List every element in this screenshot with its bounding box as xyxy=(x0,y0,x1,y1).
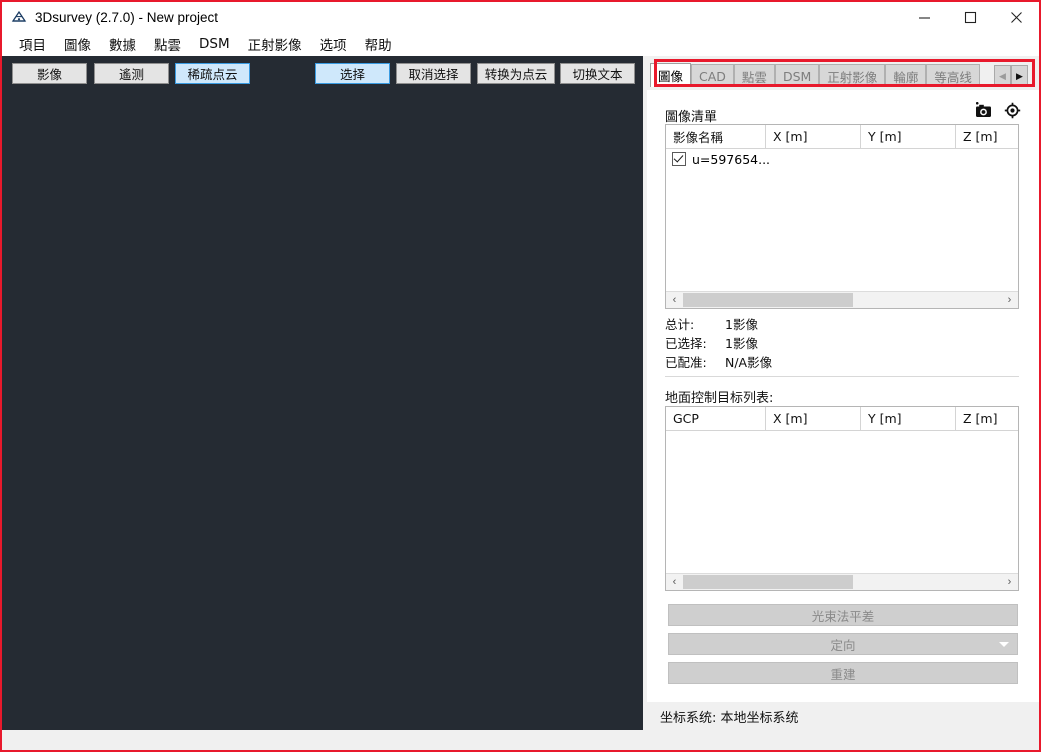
stat-total: 总计: 1影像 xyxy=(665,314,758,333)
menu-item-help[interactable]: 帮助 xyxy=(356,32,401,56)
hscroll-track[interactable] xyxy=(683,292,1001,309)
image-list-title: 圖像清單 xyxy=(665,110,718,125)
column-header-gcp: GCP xyxy=(666,407,766,430)
tab-contourline[interactable]: 輪廓 xyxy=(885,64,927,87)
orientation-button[interactable]: 定向 xyxy=(668,633,1018,655)
stat-total-label: 总计: xyxy=(665,317,695,332)
3dsurvey-logo-icon xyxy=(10,8,28,26)
column-header-x: X [m] xyxy=(766,125,861,148)
menu-item-image[interactable]: 圖像 xyxy=(55,32,100,56)
image-list-hscrollbar[interactable]: ‹ › xyxy=(666,291,1018,308)
image-name-value: u=597654... xyxy=(692,151,771,167)
stat-total-value: 1影像 xyxy=(725,317,758,332)
column-header-z: Z [m] xyxy=(963,129,998,144)
coordinate-system-text: 坐标系统: 本地坐标系统 xyxy=(660,710,799,726)
bundle-adjustment-label: 光束法平差 xyxy=(811,608,875,624)
toolbar-button-telemetry[interactable]: 遙测 xyxy=(94,63,169,84)
close-icon[interactable] xyxy=(993,2,1039,32)
stat-selected-label: 已选择: xyxy=(665,336,707,351)
column-header-image-name: 影像名稱 xyxy=(666,125,766,148)
column-header-y: Y [m] xyxy=(861,125,956,148)
bundle-adjustment-button[interactable]: 光束法平差 xyxy=(668,604,1018,626)
gcp-hscroll-left-icon[interactable]: ‹ xyxy=(666,574,683,591)
toolbar-button-sparse-cloud[interactable]: 稀疏点云 xyxy=(175,63,250,84)
add-camera-icon[interactable] xyxy=(974,102,993,122)
application-window: 3Dsurvey (2.7.0) - New project 項目 圖像 數據 … xyxy=(0,0,1041,752)
tab-scroll-right-icon[interactable]: ▶ xyxy=(1011,65,1028,87)
right-panel: 圖像 CAD 點雲 DSM 正射影像 輪廓 等高线 ◀ ▶ 圖像清單 影像名稱 … xyxy=(647,56,1039,730)
stat-selected-value: 1影像 xyxy=(725,336,758,351)
menu-item-project[interactable]: 項目 xyxy=(10,32,55,56)
reconstruct-label: 重建 xyxy=(830,666,856,682)
stat-registered-label: 已配准: xyxy=(665,355,707,370)
panel-content: 圖像清單 影像名稱 X [m] Y [m] Z [m] u=597654... … xyxy=(647,90,1039,730)
hscroll-right-icon[interactable]: › xyxy=(1001,292,1018,309)
column-header-gcp-y: Y [m] xyxy=(861,407,956,430)
stat-registered: 已配准: N/A影像 xyxy=(665,352,772,371)
maximize-icon[interactable] xyxy=(947,2,993,32)
tab-scroll-controls: ◀ ▶ xyxy=(994,65,1028,87)
stat-registered-value: N/A影像 xyxy=(725,355,773,370)
gcp-hscroll-right-icon[interactable]: › xyxy=(1001,574,1018,591)
column-header-gcp-z: Z [m] xyxy=(963,411,998,426)
gcp-hscroll-track[interactable] xyxy=(683,574,1001,591)
gcp-list-hscrollbar[interactable]: ‹ › xyxy=(666,573,1018,590)
tab-pointcloud[interactable]: 點雲 xyxy=(733,64,775,87)
menu-item-pointcloud[interactable]: 點雲 xyxy=(145,32,190,56)
menu-item-dsm[interactable]: DSM xyxy=(190,34,239,54)
title-bar: 3Dsurvey (2.7.0) - New project xyxy=(2,2,1039,32)
chevron-down-icon[interactable] xyxy=(999,641,1009,647)
image-list-header-row: 影像名稱 X [m] Y [m] Z [m] xyxy=(666,125,1018,149)
menu-item-data[interactable]: 數據 xyxy=(100,32,145,56)
gcp-list-table[interactable]: GCP X [m] Y [m] Z [m] ‹ › xyxy=(665,406,1019,591)
image-list-header-icons xyxy=(974,102,1021,122)
tab-images[interactable]: 圖像 xyxy=(650,63,692,87)
menu-item-options[interactable]: 选项 xyxy=(311,32,356,56)
bottom-strip xyxy=(2,730,1039,750)
viewport-canvas[interactable] xyxy=(2,91,643,730)
menu-bar: 項目 圖像 數據 點雲 DSM 正射影像 选项 帮助 xyxy=(2,32,1039,56)
row-checkbox[interactable] xyxy=(672,152,686,166)
hscroll-left-icon[interactable]: ‹ xyxy=(666,292,683,309)
target-crosshair-icon[interactable] xyxy=(1004,102,1021,122)
tab-orthophoto[interactable]: 正射影像 xyxy=(819,64,886,87)
image-list-table[interactable]: 影像名稱 X [m] Y [m] Z [m] u=597654... ‹ › xyxy=(665,124,1019,309)
tab-scroll-left-icon[interactable]: ◀ xyxy=(994,65,1011,87)
tab-dsm[interactable]: DSM xyxy=(774,64,820,87)
orientation-label: 定向 xyxy=(830,637,856,653)
reconstruct-button[interactable]: 重建 xyxy=(668,662,1018,684)
table-row[interactable]: u=597654... xyxy=(666,149,1018,169)
column-header-gcp-x: X [m] xyxy=(766,407,861,430)
toolbar-button-deselect[interactable]: 取消选择 xyxy=(396,63,471,84)
minimize-icon[interactable] xyxy=(901,2,947,32)
tab-cad[interactable]: CAD xyxy=(691,64,734,87)
viewport-toolbar: 影像 遙测 稀疏点云 选择 取消选择 转换为点云 切换文本 xyxy=(2,56,643,91)
status-bar: 坐标系统: 本地坐标系统 xyxy=(647,702,1039,730)
window-title: 3Dsurvey (2.7.0) - New project xyxy=(35,9,219,25)
tab-elevation[interactable]: 等高线 xyxy=(926,64,980,87)
gcp-list-title: 地面控制目标列表: xyxy=(665,391,774,406)
menu-item-orthophoto[interactable]: 正射影像 xyxy=(239,32,311,56)
gcp-list-header-row: GCP X [m] Y [m] Z [m] xyxy=(666,407,1018,431)
toolbar-button-select[interactable]: 选择 xyxy=(315,63,390,84)
gcp-hscroll-thumb[interactable] xyxy=(683,574,853,589)
window-controls xyxy=(901,2,1039,32)
hscroll-thumb[interactable] xyxy=(683,292,853,307)
panel-tab-bar: 圖像 CAD 點雲 DSM 正射影像 輪廓 等高线 ◀ ▶ xyxy=(650,63,1028,87)
toolbar-button-convert-to-cloud[interactable]: 转换为点云 xyxy=(477,63,555,84)
viewport-3d[interactable]: 影像 遙测 稀疏点云 选择 取消选择 转换为点云 切换文本 xyxy=(2,56,643,730)
toolbar-button-toggle-text[interactable]: 切换文本 xyxy=(560,63,635,84)
stat-selected: 已选择: 1影像 xyxy=(665,333,758,352)
section-divider xyxy=(665,376,1019,377)
toolbar-button-images[interactable]: 影像 xyxy=(12,63,87,84)
